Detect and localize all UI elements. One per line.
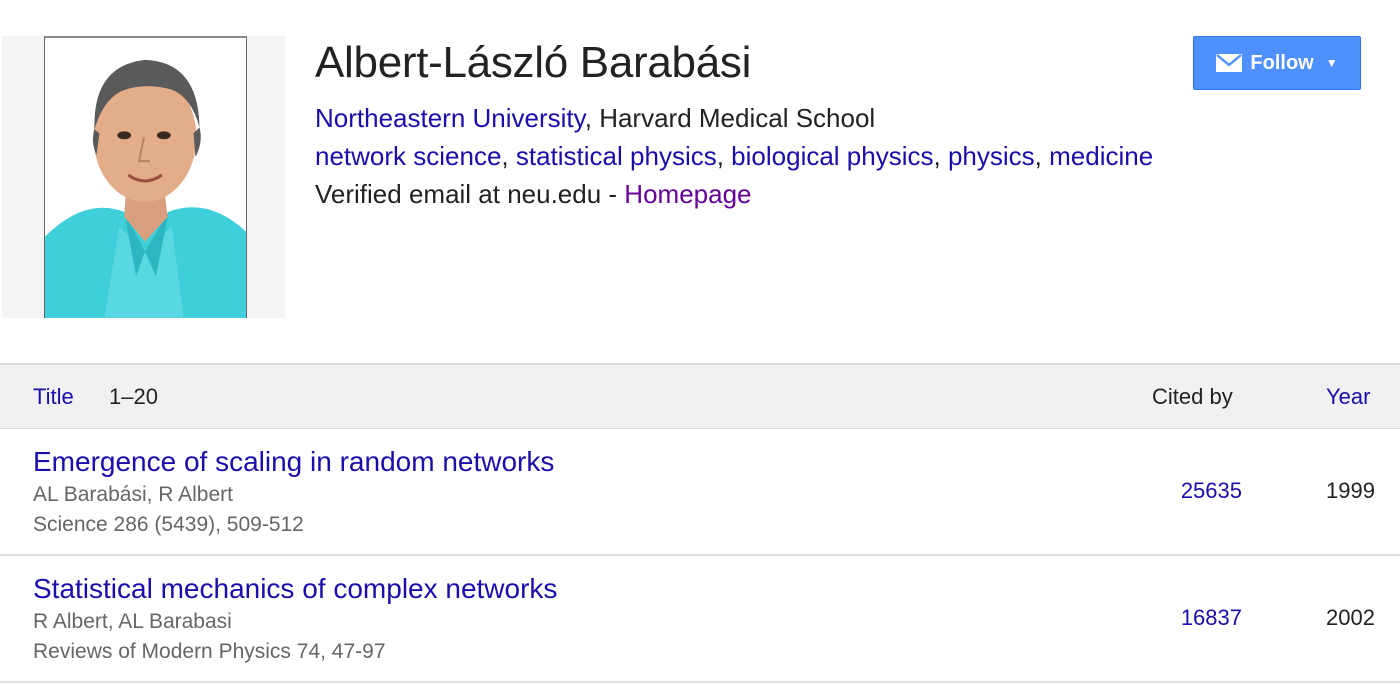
interest-separator: , [501, 141, 516, 171]
interest-link-physics[interactable]: physics [948, 141, 1035, 171]
affiliation-link[interactable]: Northeastern University [315, 103, 585, 133]
article-venue: Reviews of Modern Physics 74, 47-97 [33, 640, 386, 663]
interest-link-statistical-physics[interactable]: statistical physics [516, 141, 717, 171]
cited-by-count-link[interactable]: 16837 [1181, 605, 1242, 631]
article-row: Emergence of scaling in random networks … [0, 429, 1400, 556]
article-authors: AL Barabási, R Albert [33, 483, 233, 506]
interest-separator: , [933, 141, 948, 171]
article-authors: R Albert, AL Barabasi [33, 610, 232, 633]
cited-by-header: Cited by [1152, 384, 1233, 409]
verified-email-text: Verified email at neu.edu - [315, 179, 625, 209]
interest-separator: , [1034, 141, 1050, 171]
envelope-icon [1216, 54, 1243, 72]
interest-link-biological-physics[interactable]: biological physics [731, 141, 933, 171]
profile-name: Albert-László Barabási [315, 38, 752, 87]
articles-table-header: Title 1–20 Cited by Year [0, 363, 1400, 429]
follow-button[interactable]: Follow ▼ [1193, 36, 1361, 90]
cited-by-count-link[interactable]: 25635 [1181, 478, 1242, 504]
profile-portrait-image [45, 38, 246, 318]
sort-by-title-link[interactable]: Title [33, 384, 74, 410]
interest-separator: , [716, 141, 732, 171]
dropdown-caret-icon: ▼ [1325, 56, 1338, 70]
affiliation-separator: , [584, 103, 600, 133]
article-title-link[interactable]: Emergence of scaling in random networks [33, 446, 554, 478]
interest-link-network-science[interactable]: network science [315, 141, 501, 171]
article-title-link[interactable]: Statistical mechanics of complex network… [33, 573, 557, 605]
article-row: Statistical mechanics of complex network… [0, 556, 1400, 683]
affiliation-text: Harvard Medical School [599, 103, 876, 133]
article-venue: Science 286 (5439), 509-512 [33, 513, 304, 536]
article-range: 1–20 [109, 384, 158, 409]
sort-by-year-link[interactable]: Year [1326, 384, 1370, 410]
email-line: Verified email at neu.edu - Homepage [315, 179, 752, 210]
affiliation-line: Northeastern University, Harvard Medical… [315, 103, 875, 134]
interest-link-medicine[interactable]: medicine [1049, 141, 1153, 171]
article-year: 1999 [1326, 478, 1375, 503]
follow-label: Follow [1250, 51, 1314, 74]
homepage-link[interactable]: Homepage [624, 179, 751, 209]
interests-line: network science, statistical physics, bi… [315, 141, 1153, 172]
article-year: 2002 [1326, 605, 1375, 630]
profile-photo-frame [2, 36, 285, 318]
profile-photo [44, 36, 247, 318]
